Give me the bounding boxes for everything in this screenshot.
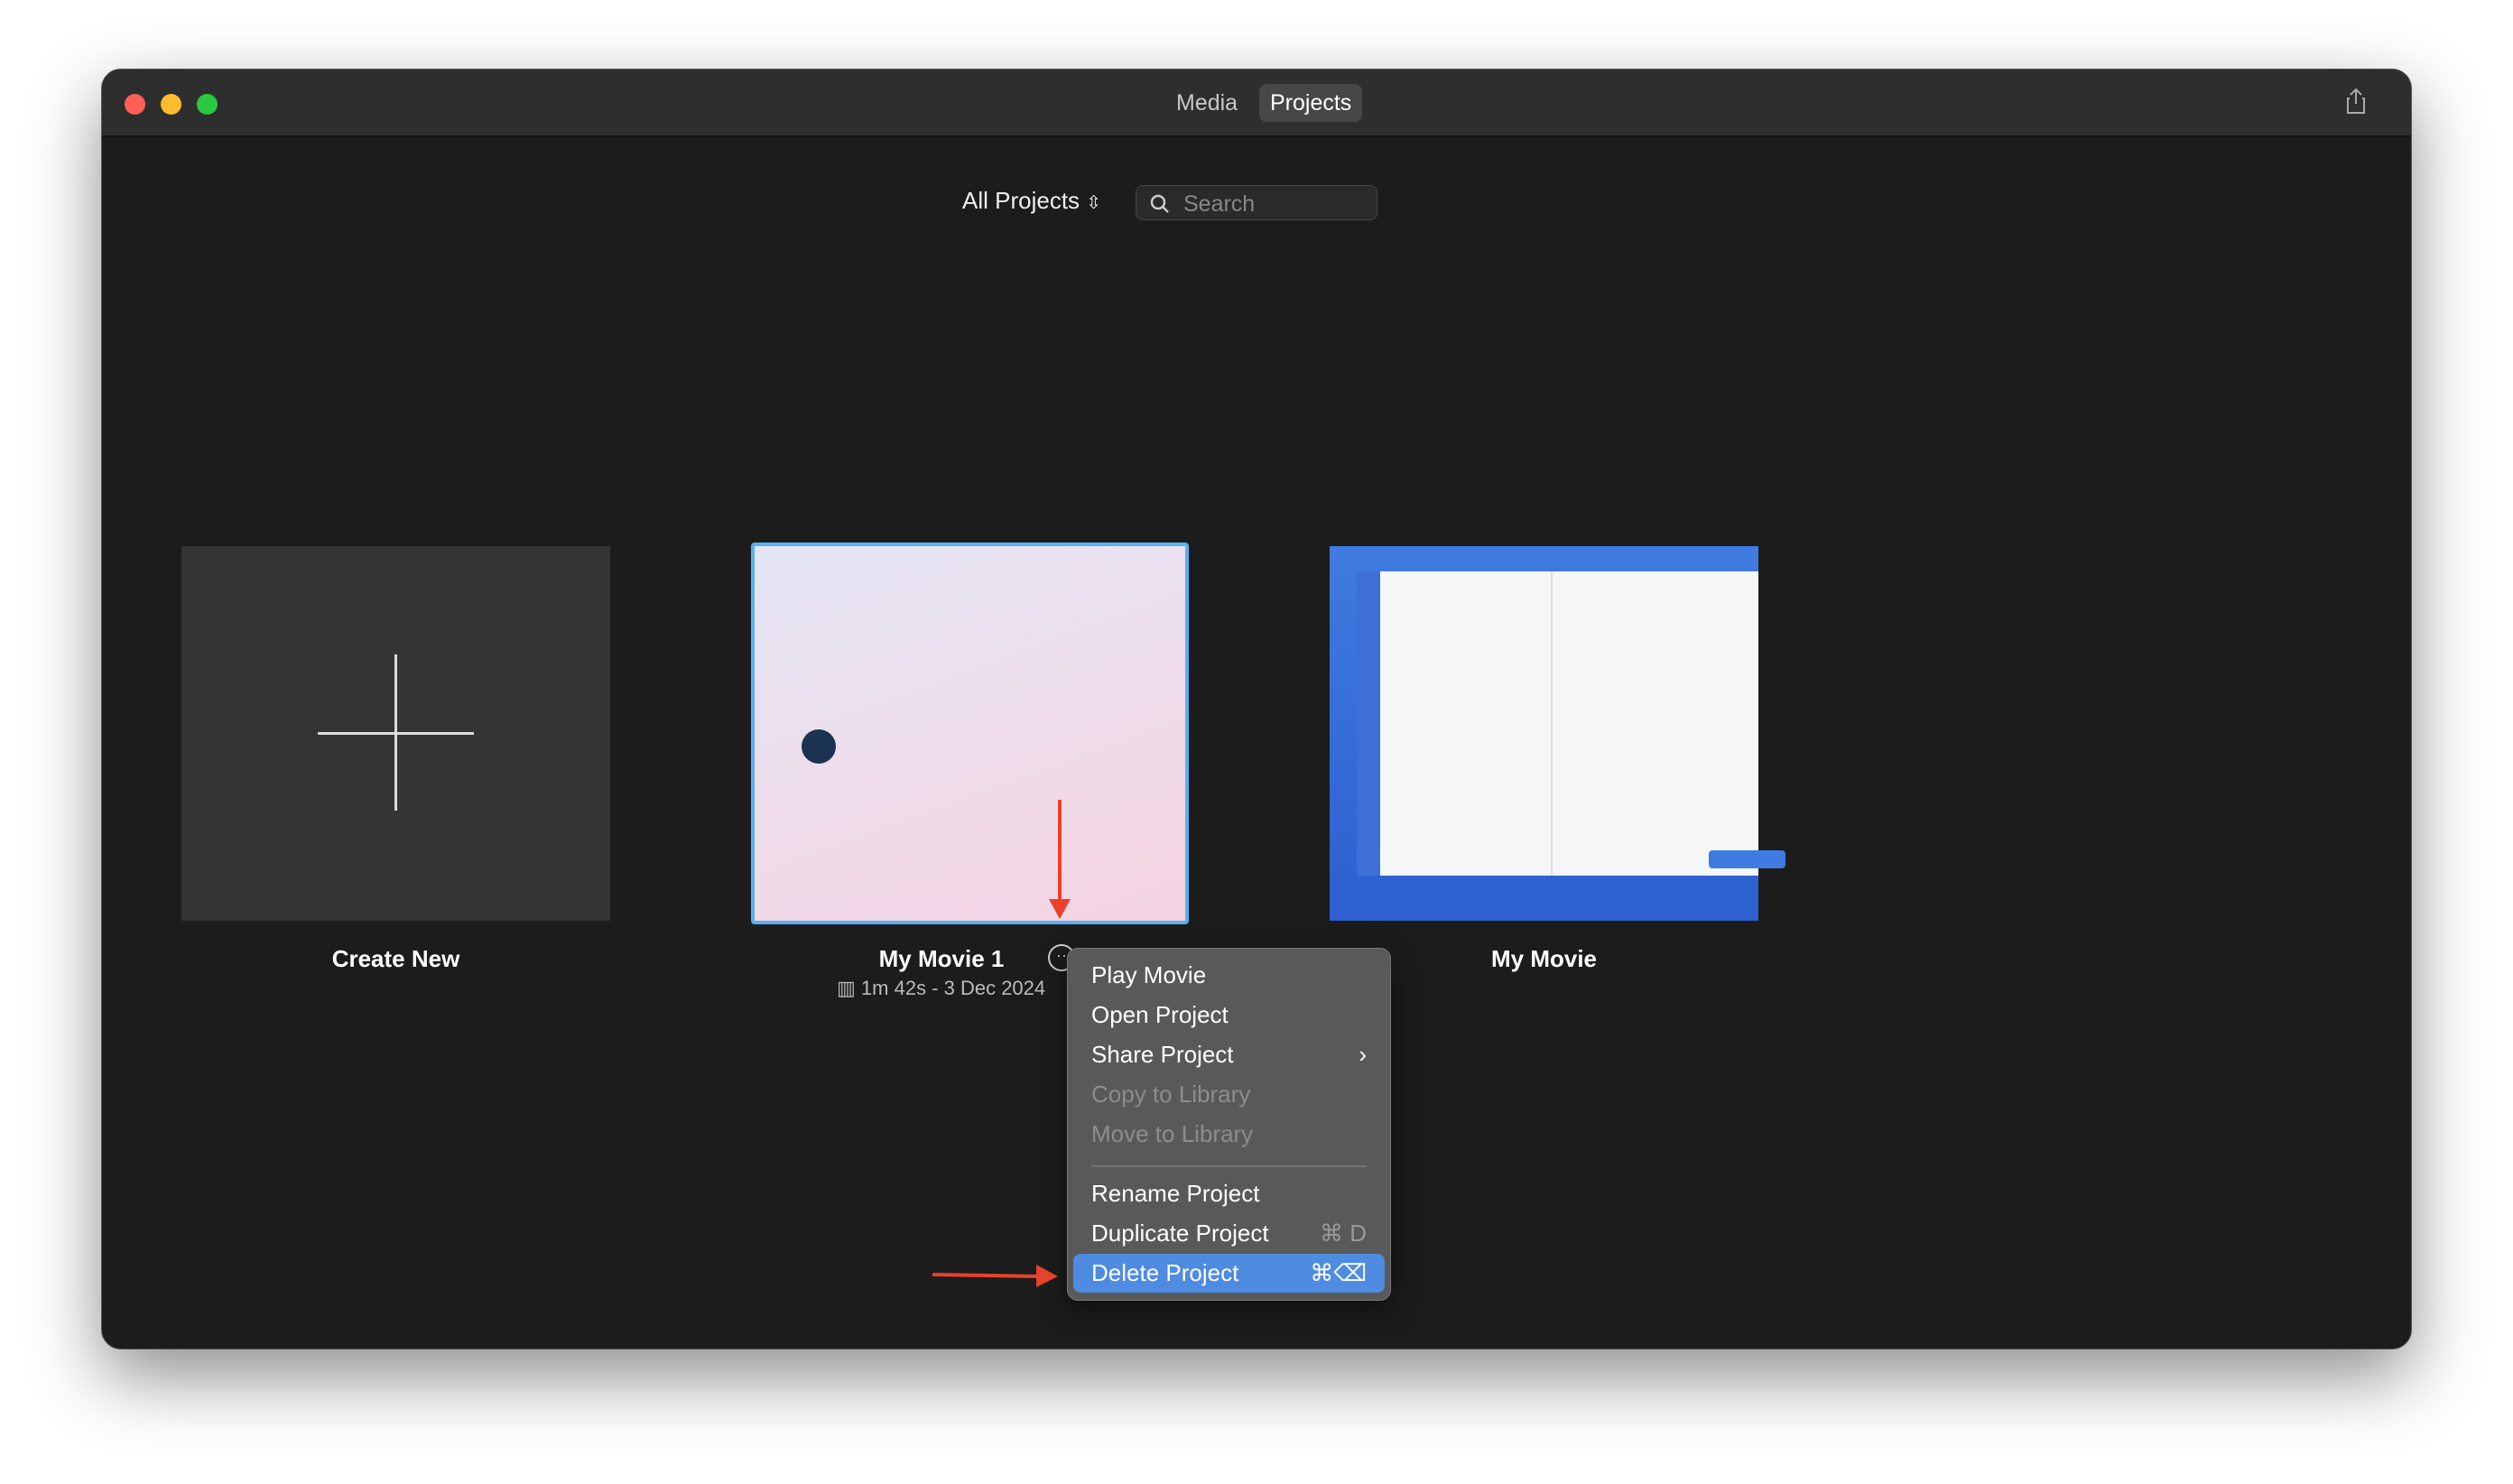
thumbnail-sidebar [1357, 571, 1380, 876]
menu-item-label: Share Project [1091, 1041, 1234, 1068]
menu-item-move-to-library: Move to Library [1091, 1120, 1254, 1147]
project-duration-date: 1m 42s - 3 Dec 2024 [860, 977, 1046, 999]
shortcut: ⌘⌫ [1310, 1259, 1367, 1286]
menu-item-open-project[interactable]: Open Project [1073, 996, 1385, 1034]
thumbnail-screenshot [1357, 571, 1785, 876]
search-icon [1150, 194, 1169, 213]
menu-item-label: Duplicate Project [1091, 1220, 1269, 1247]
shortcut: ⌘ D [1320, 1220, 1367, 1247]
search-placeholder: Search [1183, 191, 1256, 217]
thumbnail-button [1709, 850, 1785, 868]
imovie-window: Media Projects All Projects ⇳ Search Cre… [101, 69, 2412, 1350]
film-icon: ▥ [837, 977, 856, 999]
search-input[interactable]: Search [1136, 185, 1377, 220]
zoom-button[interactable] [197, 94, 218, 115]
menu-item-delete-project[interactable]: Delete Project ⌘⌫ [1073, 1254, 1385, 1293]
project-thumbnail-my-movie[interactable] [1330, 546, 1785, 921]
share-icon[interactable] [2346, 88, 2366, 115]
chevron-right-icon: › [1359, 1041, 1367, 1068]
project-label: My Movie [1490, 945, 1598, 972]
menu-item-share-project[interactable]: Share Project › [1073, 1035, 1385, 1074]
project-label: My Movie 1 [878, 945, 1005, 972]
menu-separator [1091, 1165, 1367, 1167]
titlebar: Media Projects [102, 70, 2411, 137]
menu-item-rename-project[interactable]: Rename Project [1073, 1174, 1385, 1213]
menu-item-duplicate-project[interactable]: Duplicate Project ⌘ D [1073, 1214, 1385, 1253]
filter-label: All Projects [962, 187, 1080, 214]
all-projects-dropdown[interactable]: All Projects ⇳ [962, 187, 1101, 215]
minimize-button[interactable] [161, 94, 181, 115]
project-label: Create New [331, 945, 460, 972]
menu-item-play-movie[interactable]: Play Movie [1073, 956, 1385, 995]
close-button[interactable] [125, 94, 145, 115]
create-new-tile[interactable] [181, 546, 610, 921]
dot [802, 729, 836, 764]
plus-icon-vertical [394, 654, 397, 811]
thumbnail-divider [1551, 571, 1553, 876]
menu-item-copy-to-library: Copy to Library [1091, 1081, 1251, 1108]
menu-item-label: Delete Project [1091, 1259, 1239, 1286]
updown-chevron-icon: ⇳ [1086, 193, 1102, 213]
project-meta: ▥ 1m 42s - 3 Dec 2024 [837, 977, 1045, 1000]
project-thumbnail-my-movie-1[interactable] [751, 543, 1189, 924]
tab-media[interactable]: Media [1165, 84, 1248, 122]
context-menu: Play Movie Open Project Share Project › C… [1067, 948, 1391, 1301]
tab-projects[interactable]: Projects [1259, 84, 1363, 122]
